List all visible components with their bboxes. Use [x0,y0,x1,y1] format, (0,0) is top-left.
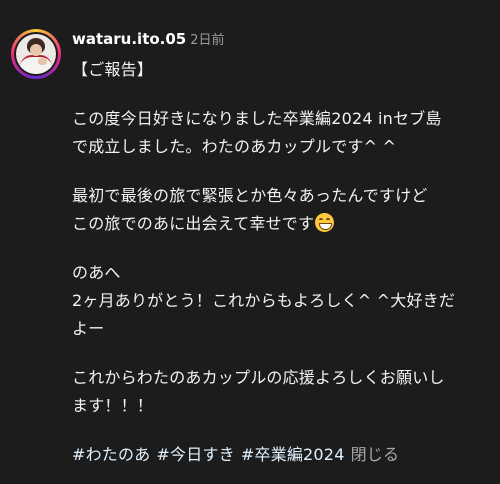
avatar-hand-shape [38,58,47,65]
body-line: これからわたのあカップルの応援よろしくお願いし [72,368,445,387]
hashtag-link[interactable]: #わたのあ [72,445,150,464]
body-line: この度今日好きになりました卒業編2024 inセブ島 [72,109,442,128]
body-line-with-emoji: この旅でのあに出会えて幸せです [72,210,482,238]
hashtag-link[interactable]: #卒業編2024 [241,445,345,464]
avatar-face-shape [30,44,42,56]
hashtag-row: #わたのあ #今日すき #卒業編2024 閉じる [72,441,482,469]
body-line: 2ヶ月ありがとう！これからもよろしく^ ^大好きだ [72,291,456,310]
body-line: 【ご報告】 [72,60,154,79]
emoji-mouth-shape [319,223,333,230]
post-header: wataru.ito.05 2日前 [72,28,225,50]
body-line: よー [72,319,105,338]
body-line: 最初で最後の旅で緊張とか色々あったんですけど [72,186,428,205]
hashtag-link[interactable]: #今日すき [156,445,234,464]
username-link[interactable]: wataru.ito.05 [72,30,186,48]
close-button[interactable]: 閉じる [351,445,400,464]
avatar-image [16,34,56,74]
avatar-body-shape [20,55,52,74]
body-line: ます！！！ [72,396,154,415]
body-line: で成立しました。わたのあカップルです^ ^ [72,137,397,156]
comment-post: wataru.ito.05 2日前 【ご報告】 この度今日好きになりました卒業編2… [0,0,500,484]
post-body: 【ご報告】 この度今日好きになりました卒業編2024 inセブ島 で成立しました… [72,56,482,469]
post-timestamp: 2日前 [190,33,225,48]
body-line: のあへ [72,263,121,282]
avatar[interactable] [14,32,58,76]
grinning-face-icon [315,213,335,232]
body-line-text: この旅でのあに出会えて幸せです [72,214,315,233]
